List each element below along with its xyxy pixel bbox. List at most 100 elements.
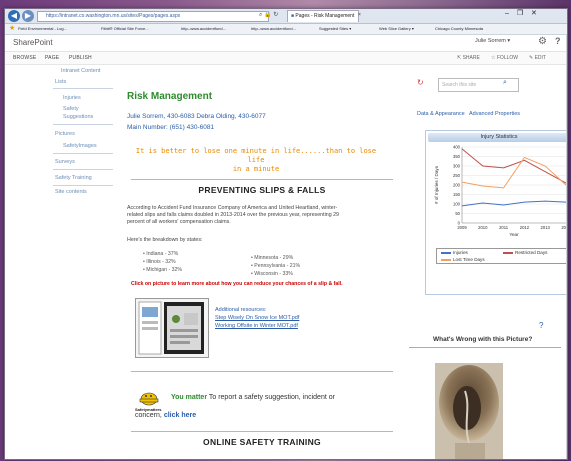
divider: [409, 347, 561, 348]
trench-photo: [435, 363, 503, 459]
y-tick-label: 250: [453, 173, 461, 178]
favorite-link[interactable]: Field Environmental - Log...: [18, 24, 67, 34]
resource-link[interactable]: Step Wisely On Snow Ice MOT.pdf: [215, 315, 299, 321]
y-tick-label: 100: [453, 202, 461, 207]
address-bar-row: ◀ ▶ https://intranet.co.washington.mn.us…: [5, 9, 567, 24]
nav-safetyimages[interactable]: SafetyImages: [63, 143, 97, 149]
tab-browse[interactable]: BROWSE: [13, 52, 36, 64]
forward-arrow-icon[interactable]: ▶: [22, 10, 34, 22]
slips-falls-thumbnail[interactable]: [135, 298, 209, 358]
resource-link[interactable]: Working Offsite in Winter MOT.pdf: [215, 323, 298, 329]
series-line-injuries: [461, 200, 567, 207]
nav-divider: [53, 169, 113, 170]
click-here-link[interactable]: click here: [164, 412, 196, 419]
lock-icon: 🔒: [264, 12, 272, 18]
refresh-icon[interactable]: ↻: [273, 12, 278, 18]
tab-publish[interactable]: PUBLISH: [69, 52, 92, 64]
report-line: You matter To report a safety suggestion…: [171, 394, 335, 401]
safety-quote: It is better to lose one minute in life.…: [135, 147, 377, 173]
nav-divider: [53, 124, 113, 125]
tab-page[interactable]: PAGE: [45, 52, 59, 64]
x-axis-label: Year: [509, 232, 519, 237]
breakdown-label: Here's the breakdown by states:: [127, 237, 203, 243]
browser-window: ◀ ▶ https://intranet.co.washington.mn.us…: [4, 8, 568, 460]
divider: [131, 431, 393, 432]
y-axis-label: # of Injuries / Days: [434, 165, 439, 204]
y-tick-label: 400: [453, 145, 461, 150]
help-icon[interactable]: ?: [555, 36, 561, 46]
y-tick-label: 150: [453, 192, 461, 197]
x-tick-label: 2010: [478, 225, 488, 230]
favorite-link[interactable]: http--www.accidentfund...: [181, 24, 226, 34]
x-tick-label: 2009: [457, 225, 467, 230]
star-icon: ☆: [491, 55, 496, 61]
left-navigation: Intranet Content Lists Injuries Safety S…: [5, 65, 117, 459]
nav-lists[interactable]: Lists: [55, 79, 66, 85]
refresh-arrow-icon[interactable]: ↻: [417, 78, 424, 87]
data-appearance-link[interactable]: Data & Appearance: [417, 111, 465, 117]
booklet-illustration: [138, 301, 204, 355]
page-scrollbar[interactable]: [566, 35, 567, 459]
legend-swatch: [441, 259, 451, 261]
favorites-bar: ★ Field Environmental - Log... Fitbit® O…: [5, 24, 567, 35]
intro-paragraph: According to Accident Fund Insurance Com…: [127, 205, 340, 225]
x-tick-label: 2011: [499, 225, 509, 230]
star-icon[interactable]: ★: [9, 24, 15, 34]
back-arrow-icon[interactable]: ◀: [8, 10, 20, 22]
url-tools[interactable]: ⌕ 🔒 ↻: [259, 11, 278, 19]
state-stat: • Illinois - 32%: [143, 259, 176, 265]
tab-close-button[interactable]: ×: [355, 10, 373, 21]
favorite-link[interactable]: Web Slice Gallery ▾: [379, 24, 414, 34]
nav-site-contents[interactable]: Site contents: [55, 189, 87, 195]
click-instruction: Click on picture to learn more about how…: [131, 281, 343, 287]
chart-title: Injury Statistics: [428, 133, 567, 142]
section-heading-slips: PREVENTING SLIPS & FALLS: [198, 185, 326, 195]
pencil-icon: ✎: [529, 55, 534, 61]
edit-button[interactable]: ✎ EDIT: [529, 52, 546, 64]
favorite-link[interactable]: Fitbit® Official Site Force...: [101, 24, 149, 34]
nav-safety[interactable]: Safety: [63, 106, 79, 112]
advanced-properties-link[interactable]: Advanced Properties: [469, 111, 520, 117]
whats-wrong-photo[interactable]: [435, 363, 503, 459]
page-icon: ■: [291, 13, 295, 19]
y-tick-label: 350: [453, 154, 461, 159]
state-stat: • Indiana - 37%: [143, 251, 179, 257]
nav-intranet-content[interactable]: Intranet Content: [61, 68, 100, 74]
legend-swatch: [503, 252, 513, 254]
legend-entry: Lost Time Days: [453, 257, 485, 262]
share-button[interactable]: ⇱ SHARE: [457, 52, 480, 64]
panel-links: Data & Appearance Advanced Properties: [417, 111, 520, 117]
search-icon[interactable]: ⌕: [503, 79, 507, 87]
gear-icon[interactable]: ⚙: [538, 36, 547, 47]
nav-suggestions[interactable]: Suggestions: [63, 114, 93, 120]
tab-risk-management[interactable]: ■ Pages - Risk Management: [287, 10, 359, 22]
nav-divider: [53, 153, 113, 154]
window-controls[interactable]: – ❐ ✕: [505, 9, 540, 17]
favorite-link[interactable]: Suggested Sites ▾: [319, 24, 351, 34]
favorite-link[interactable]: http--www.accidentfund...: [251, 24, 296, 34]
y-tick-label: 200: [453, 183, 461, 188]
state-stat: • Minnesota - 29%: [251, 255, 294, 261]
nav-safety-training[interactable]: Safety Training: [55, 175, 92, 181]
nav-pictures[interactable]: Pictures: [55, 131, 75, 137]
sharepoint-brand[interactable]: SharePoint: [13, 38, 53, 47]
resources-title: Additional resources:: [215, 307, 267, 313]
nav-injuries[interactable]: Injuries: [63, 95, 81, 101]
follow-button[interactable]: ☆ FOLLOW: [491, 52, 518, 64]
report-line-2: concern, click here: [135, 412, 197, 419]
x-tick-label: 2013: [541, 225, 551, 230]
user-menu[interactable]: Julie Sorrem ▾: [475, 38, 510, 44]
photo-heading: What's Wrong with this Picture?: [433, 336, 533, 343]
y-tick-label: 300: [453, 164, 461, 169]
legend-entry: Restricted Days: [515, 250, 548, 255]
search-icon[interactable]: ⌕: [259, 12, 262, 18]
nav-surveys[interactable]: Surveys: [55, 159, 75, 165]
share-icon: ⇱: [457, 55, 462, 61]
state-stat: • Wisconsin - 33%: [251, 271, 293, 277]
url-input[interactable]: https://intranet.co.washington.mn.us/sit…: [37, 11, 269, 22]
state-stat: • Michigan - 32%: [143, 267, 183, 273]
help-question-icon[interactable]: ?: [539, 321, 543, 330]
injury-statistics-chart: Injury Statistics 0 50 100 150 200 250 300 350 4…: [425, 130, 567, 295]
favorite-link[interactable]: Chicago County Minnesota: [435, 24, 483, 34]
contact-line: Julie Sorrem, 430-6083 Debra Olding, 430…: [127, 113, 266, 120]
